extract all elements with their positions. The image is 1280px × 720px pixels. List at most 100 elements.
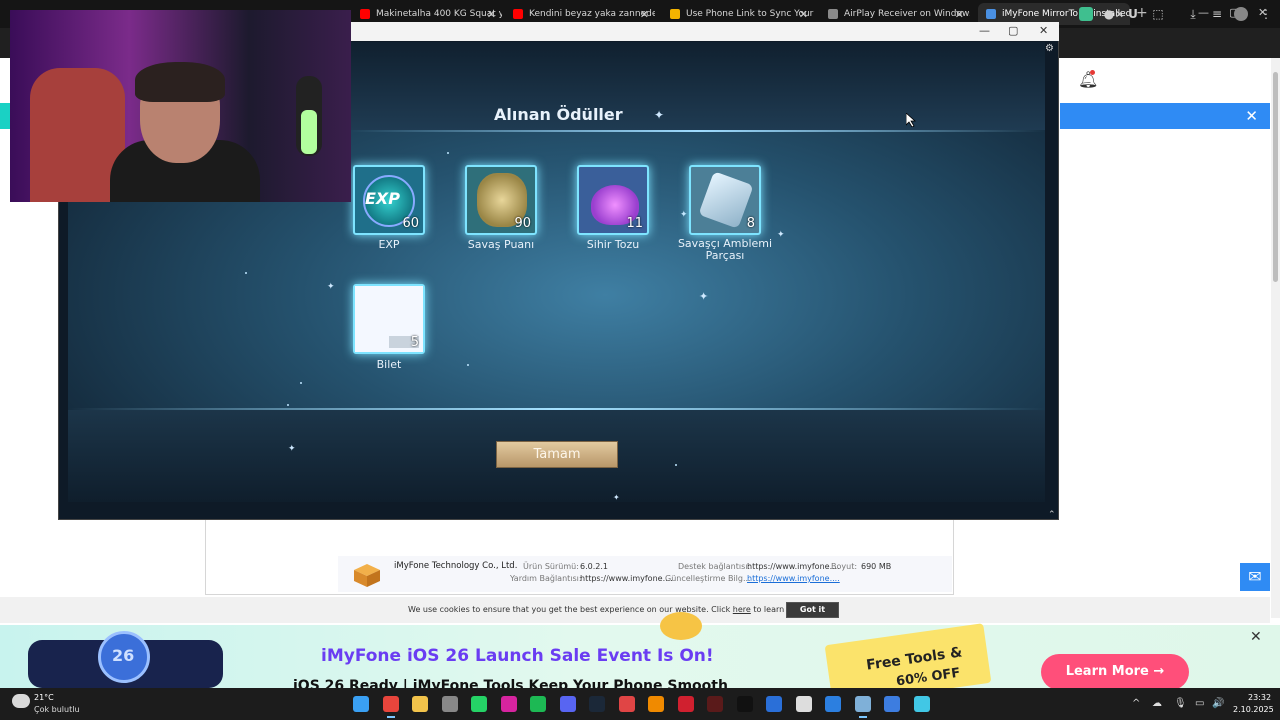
- mirror-maximize-button[interactable]: ▢: [1008, 24, 1018, 37]
- collapse-icon[interactable]: ⌃: [1048, 510, 1056, 520]
- mail-icon[interactable]: ✉: [1240, 563, 1270, 591]
- reward-magic-dust[interactable]: 11: [577, 165, 649, 235]
- sparkle-dot: [245, 272, 247, 274]
- reward-battle-points[interactable]: 90: [465, 165, 537, 235]
- onedrive-icon[interactable]: ☁: [1152, 698, 1162, 709]
- extension-icon[interactable]: [1079, 7, 1093, 21]
- reward-ticket[interactable]: 5: [353, 284, 425, 354]
- help-label: Yardım Bağlantısı:: [510, 574, 582, 583]
- reward-emblem-shard[interactable]: 8: [689, 165, 761, 235]
- got-it-button[interactable]: Got it: [786, 602, 839, 618]
- emblem-shard-icon: [698, 171, 754, 229]
- notice-bar: ✕: [1060, 103, 1270, 129]
- iMyFone-icon[interactable]: [913, 696, 930, 712]
- extensions-puzzle-icon[interactable]: ⬚: [1151, 7, 1165, 21]
- mirror-titlebar[interactable]: [350, 22, 1059, 41]
- tiktok-icon[interactable]: [736, 696, 753, 712]
- page-icon: [828, 9, 838, 19]
- sparkle-dot: [675, 464, 677, 466]
- header-divider: [350, 130, 1045, 132]
- volume-icon[interactable]: 🔊: [1212, 698, 1224, 709]
- close-tab-icon[interactable]: ✕: [1115, 8, 1124, 21]
- reward-label: Savaş Puanı: [467, 238, 535, 251]
- extension-u-icon[interactable]: U: [1126, 7, 1140, 21]
- instagram-icon[interactable]: [500, 696, 517, 712]
- taskbar: [0, 688, 1280, 720]
- sparkle-icon: ✦: [327, 282, 335, 292]
- confirm-button[interactable]: Tamam: [496, 441, 618, 468]
- mirror-app-icon[interactable]: [884, 696, 900, 712]
- close-tab-icon[interactable]: ✕: [799, 8, 808, 21]
- reward-label: Sihir Tozu: [586, 238, 640, 251]
- update-label: Güncelleştirme Bilg...: [665, 574, 751, 583]
- clock-time[interactable]: 23:32: [1248, 693, 1271, 702]
- update-link[interactable]: https://www.imyfone....: [747, 574, 840, 583]
- weather-description[interactable]: Çok bulutlu: [34, 705, 80, 714]
- company-name: iMyFone Technology Co., Ltd.: [394, 561, 518, 571]
- banner-title: iMyFone iOS 26 Launch Sale Event Is On!: [321, 646, 714, 666]
- spotify-icon[interactable]: [530, 696, 546, 712]
- reward-label: Savaşçı Amblemi Parçası: [677, 237, 773, 262]
- sparkle-icon: ✦: [613, 493, 620, 502]
- package-icon: [352, 562, 382, 588]
- size-value: 690 MB: [861, 562, 892, 571]
- support-label: Destek bağlantısı:: [678, 562, 751, 571]
- scrollbar-thumb[interactable]: [1273, 72, 1278, 282]
- profile-avatar[interactable]: [1234, 7, 1248, 21]
- display-icon[interactable]: ▭: [1195, 698, 1204, 709]
- microphone-icon[interactable]: 🎙: [1174, 698, 1187, 709]
- webcam-mic-light: [301, 110, 317, 154]
- clock-date[interactable]: 2.10.2025: [1233, 705, 1274, 714]
- store-icon[interactable]: [825, 696, 841, 712]
- app-grid-icon[interactable]: [795, 696, 812, 712]
- mirror-minimize-button[interactable]: —: [979, 24, 990, 37]
- help-value[interactable]: https://www.imyfone....: [580, 574, 673, 583]
- version-value: 6.0.2.1: [580, 562, 608, 571]
- reward-quantity: 8: [746, 216, 755, 231]
- learn-more-button[interactable]: Learn More →: [1041, 654, 1189, 690]
- app-dark-icon[interactable]: [707, 696, 723, 712]
- youtube-icon: [360, 9, 370, 19]
- calendar-icon[interactable]: [618, 696, 635, 712]
- reward-exp[interactable]: EXP 60: [353, 165, 425, 235]
- whatsapp-icon[interactable]: [471, 696, 487, 712]
- webcam-overlay: [10, 10, 351, 202]
- browser-icon[interactable]: [441, 696, 458, 712]
- discord-icon[interactable]: [559, 696, 576, 712]
- footer-divider: [68, 408, 1045, 410]
- banner-close-icon[interactable]: ✕: [1250, 629, 1262, 645]
- download-icon[interactable]: ⤓: [1186, 7, 1200, 21]
- sparkle-dot: [447, 152, 449, 154]
- vlc-icon[interactable]: [648, 696, 664, 712]
- notification-bell-icon[interactable]: 🔔︎: [1078, 70, 1098, 89]
- reading-list-icon[interactable]: ≡: [1210, 7, 1224, 21]
- rewards-title: Alınan Ödüller: [494, 105, 623, 124]
- reward-label: EXP: [378, 238, 400, 251]
- settings-gear-icon[interactable]: ⚙: [1045, 43, 1054, 54]
- extension-circle-icon[interactable]: ●: [1102, 7, 1116, 21]
- close-tab-icon[interactable]: ✕: [487, 8, 496, 21]
- app-red-icon[interactable]: [677, 696, 694, 712]
- browser-menu-icon[interactable]: ⋮: [1259, 7, 1273, 21]
- monitor-icon[interactable]: [854, 696, 871, 712]
- cookie-learn-more-link[interactable]: here: [733, 605, 751, 614]
- app-blue-icon[interactable]: [766, 696, 782, 712]
- mirror-close-button[interactable]: ✕: [1039, 24, 1048, 37]
- close-tab-icon[interactable]: ✕: [955, 8, 964, 21]
- chrome-icon[interactable]: [382, 696, 399, 712]
- file-explorer-icon[interactable]: [412, 696, 428, 712]
- close-tab-icon[interactable]: ✕: [640, 8, 649, 21]
- close-icon[interactable]: ✕: [1245, 107, 1258, 125]
- sparkle-icon: ✦: [699, 290, 709, 303]
- windows-start-icon[interactable]: [353, 696, 369, 712]
- ios-26-badge-text: 26: [112, 646, 135, 665]
- support-value[interactable]: https://www.imyfone....: [747, 562, 840, 571]
- imyfone-favicon-icon: [986, 9, 996, 19]
- weather-temperature[interactable]: 21°C: [34, 693, 54, 702]
- steam-icon[interactable]: [589, 696, 605, 712]
- sparkle-dot: [300, 382, 302, 384]
- mouse-cursor-icon: [906, 113, 916, 127]
- youtube-icon: [513, 9, 523, 19]
- tray-overflow-icon[interactable]: ^: [1132, 698, 1140, 709]
- weather-cloud-icon[interactable]: [12, 694, 30, 708]
